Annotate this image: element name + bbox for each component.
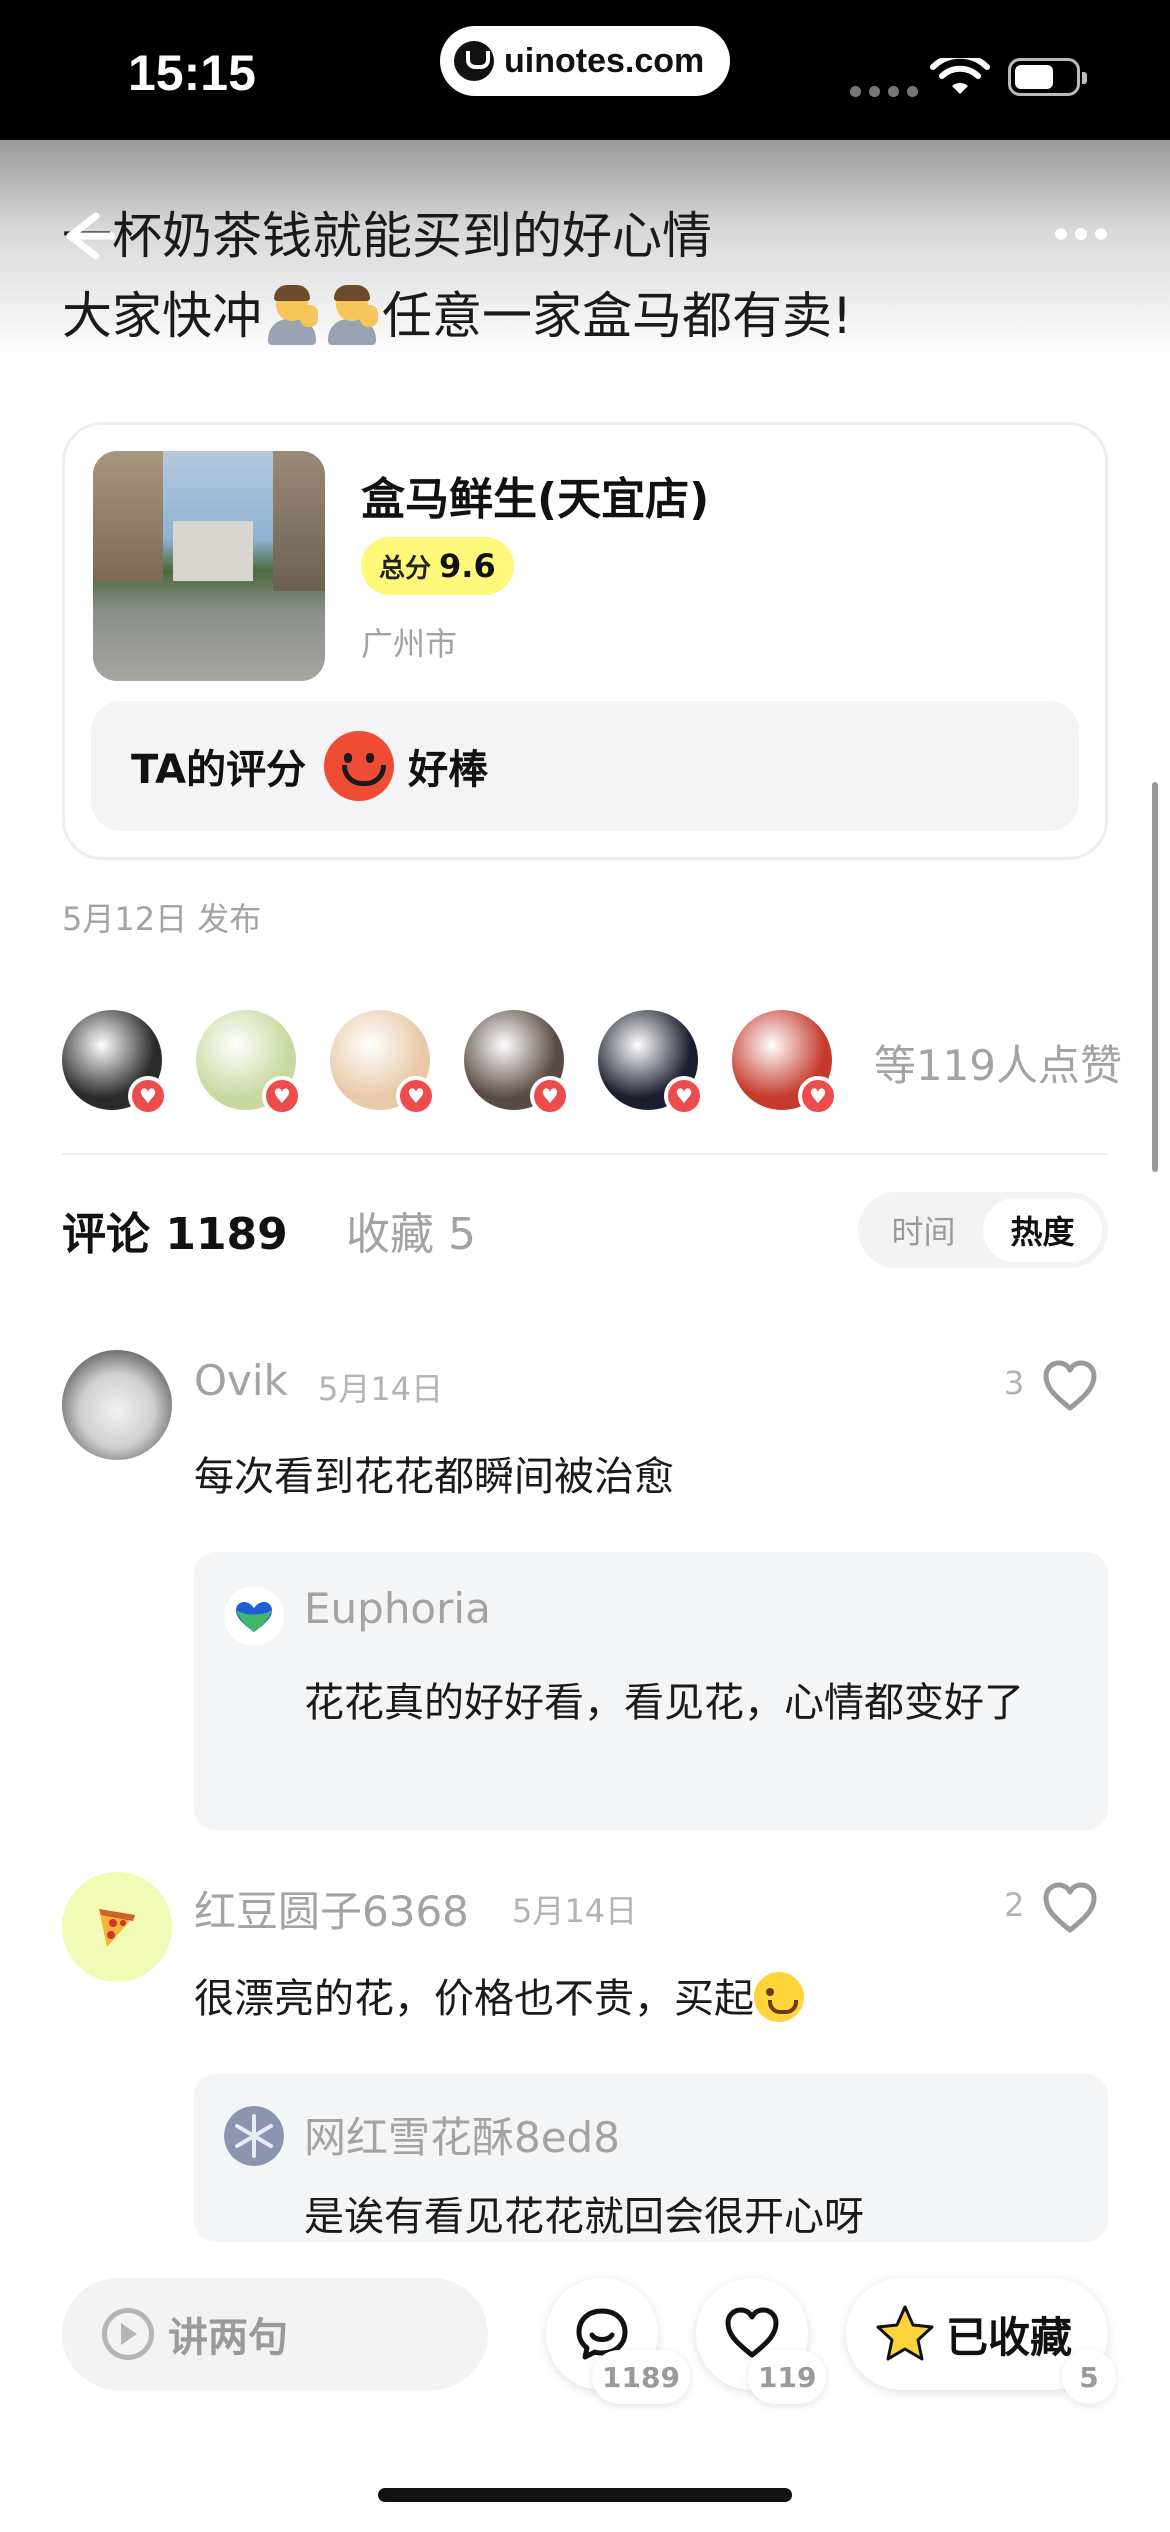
post-text: 一杯奶茶钱就能买到的好心情 大家快冲 任意一家盒马都有卖! — [62, 196, 1062, 356]
wifi-icon — [930, 58, 990, 94]
shop-city: 广州市 — [361, 625, 458, 663]
liker-avatar[interactable]: ♥ — [196, 1010, 302, 1116]
url-pill[interactable]: uinotes.com — [440, 26, 730, 96]
favorite-count-badge: 5 — [1062, 2350, 1116, 2404]
sort-toggle[interactable]: 时间 热度 — [858, 1192, 1108, 1268]
comment-date: 5月14日 — [318, 1370, 444, 1408]
comment-send-icon — [102, 2308, 154, 2360]
reply-username[interactable]: 网红雪花酥8ed8 — [304, 2104, 620, 2165]
rating-value: 好棒 — [408, 747, 489, 793]
comment-text: 每次看到花花都瞬间被治愈 — [194, 1454, 674, 1500]
snowflake-avatar-icon — [224, 2106, 284, 2166]
battery-icon — [1008, 58, 1087, 96]
raising-hand-emoji-icon — [324, 285, 380, 345]
url-text: uinotes.com — [504, 41, 705, 80]
smile-face-icon — [324, 731, 395, 801]
home-indicator — [378, 2488, 792, 2502]
scrollbar[interactable] — [1152, 782, 1158, 1172]
shop-name: 盒马鲜生(天宜店) — [361, 474, 710, 525]
score-badge: 总分 9.6 — [361, 537, 514, 595]
heart-icon: ♥ — [128, 1076, 168, 1116]
likers-count[interactable]: 等119人点赞 — [874, 1032, 1122, 1093]
raising-hand-emoji-icon — [264, 285, 320, 345]
shop-card[interactable]: 盒马鲜生(天宜店) 总分 9.6 广州市 TA的评分 好棒 — [62, 422, 1108, 860]
reply-username[interactable]: Euphoria — [304, 1584, 491, 1633]
tab-comments-label: 评论 — [62, 1209, 150, 1260]
post-text-line2-end: 任意一家盒马都有卖! — [382, 287, 853, 345]
comment-input[interactable]: 讲两句 — [62, 2278, 488, 2390]
comment-text-content: 很漂亮的花，价格也不贵，买起 — [194, 1976, 754, 2022]
comment-count-badge: 1189 — [592, 2350, 690, 2404]
reply-text: 是诶有看见花花就回会很开心呀 — [304, 2194, 864, 2240]
status-time: 15:15 — [128, 45, 256, 101]
sort-by-time[interactable]: 时间 — [864, 1198, 983, 1262]
pizza-icon — [99, 1909, 135, 1947]
liker-avatar[interactable]: ♥ — [732, 1010, 838, 1116]
liker-avatar[interactable]: ♥ — [62, 1010, 168, 1116]
comment-like-count: 3 — [1004, 1364, 1025, 1402]
reply-text: 花花真的好好看，看见花，心情都变好了 — [304, 1680, 1024, 1726]
comment-username[interactable]: Ovik — [194, 1356, 288, 1405]
liker-avatar[interactable]: ♥ — [464, 1010, 570, 1116]
reply-box[interactable]: Euphoria 花花真的好好看，看见花，心情都变好了 — [194, 1552, 1108, 1830]
like-count-badge: 119 — [748, 2350, 827, 2404]
like-heart-icon[interactable] — [1042, 1882, 1098, 1934]
tab-favorites[interactable]: 收藏 5 — [346, 1198, 476, 1262]
tab-favorites-count: 5 — [448, 1209, 476, 1260]
comment-input-placeholder: 讲两句 — [168, 2315, 288, 2361]
sort-by-hot[interactable]: 热度 — [983, 1198, 1102, 1262]
liker-avatar[interactable]: ♥ — [598, 1010, 704, 1116]
comment-like-count: 2 — [1004, 1886, 1025, 1924]
user-rating-bar: TA的评分 好棒 — [91, 701, 1079, 831]
heart-icon: ♥ — [530, 1076, 570, 1116]
more-options-icon[interactable] — [1055, 228, 1107, 240]
back-arrow-icon[interactable] — [56, 206, 116, 266]
shop-photo — [93, 451, 325, 681]
post-text-line2-start: 大家快冲 — [62, 287, 262, 345]
comment-avatar[interactable] — [62, 1350, 172, 1460]
tab-comments-count: 1189 — [165, 1209, 288, 1260]
heart-icon: ♥ — [262, 1076, 302, 1116]
uinotes-logo-icon — [454, 41, 494, 81]
divider — [62, 1153, 1108, 1155]
publish-date: 5月12日 发布 — [62, 900, 262, 938]
tab-comments[interactable]: 评论 1189 — [62, 1198, 288, 1262]
reply-box[interactable]: 网红雪花酥8ed8 是诶有看见花花就回会很开心呀 — [194, 2074, 1108, 2242]
comment-date: 5月14日 — [512, 1892, 638, 1930]
heart-icon: ♥ — [396, 1076, 436, 1116]
comment-username[interactable]: 红豆圆子6368 — [194, 1878, 469, 1939]
likers-row[interactable]: ♥ ♥ ♥ ♥ ♥ ♥ 等119人点赞 — [62, 1010, 1122, 1116]
comment-avatar[interactable] — [62, 1872, 172, 1982]
reply-avatar — [224, 1586, 284, 1646]
heart-icon: ♥ — [798, 1076, 838, 1116]
like-heart-icon[interactable] — [1042, 1360, 1098, 1412]
score-label: 总分 — [379, 553, 432, 584]
tab-favorites-label: 收藏 — [346, 1209, 434, 1260]
score-value: 9.6 — [439, 547, 496, 585]
star-icon — [876, 2305, 934, 2361]
comment-text: 很漂亮的花，价格也不贵，买起 — [194, 1966, 804, 2024]
post-text-line1: 一杯奶茶钱就能买到的好心情 — [62, 207, 712, 265]
status-bar: 15:15 uinotes.com — [0, 0, 1170, 140]
liker-avatar[interactable]: ♥ — [330, 1010, 436, 1116]
signal-icon — [850, 86, 918, 97]
heart-icon: ♥ — [664, 1076, 704, 1116]
wink-emoji-icon — [754, 1972, 804, 2022]
rating-label: TA的评分 — [131, 747, 307, 793]
favorite-label: 已收藏 — [946, 2312, 1073, 2362]
